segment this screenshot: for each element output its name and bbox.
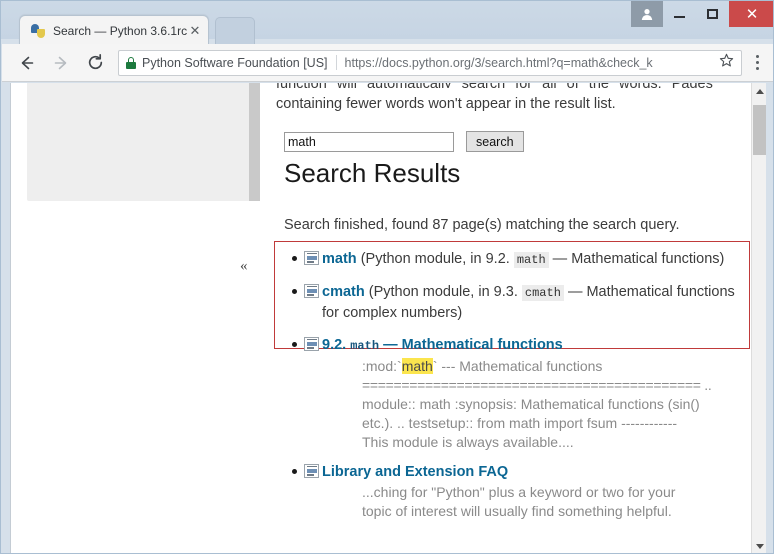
result-context: :mod:`math` --- Mathematical functions =…: [362, 358, 712, 450]
star-icon[interactable]: [719, 53, 735, 73]
three-dots-menu-icon[interactable]: [746, 48, 768, 78]
page-icon: [304, 251, 319, 265]
result-text: 9.2. math — Mathematical functions: [322, 337, 563, 353]
browser-window: Search — Python 3.6.1rc ✕ ✕ Python Softw…: [0, 0, 774, 554]
search-input[interactable]: [284, 131, 454, 152]
search-term-highlight: math: [401, 358, 433, 374]
url-text: https://docs.python.org/3/search.html?q=…: [344, 55, 653, 70]
title-bar: Search — Python 3.6.1rc ✕ ✕: [1, 1, 773, 45]
result-link[interactable]: math: [322, 251, 357, 267]
search-summary: Search finished, found 87 page(s) matchi…: [284, 217, 680, 233]
page-scrollbar[interactable]: [751, 83, 766, 553]
sidebar-scrollbar[interactable]: [249, 83, 260, 201]
address-bar[interactable]: Python Software Foundation [US] https://…: [118, 49, 742, 76]
result-text: Library and Extension FAQ: [322, 464, 508, 480]
ev-certificate-label: Python Software Foundation [US]: [142, 55, 328, 70]
result-text: cmath (Python module, in 9.3. cmath — Ma…: [322, 284, 735, 321]
page-icon: [304, 284, 319, 298]
search-form: search: [284, 131, 524, 152]
tab-close-icon[interactable]: ✕: [188, 24, 202, 38]
result-text: math (Python module, in 9.2. math — Math…: [322, 251, 725, 268]
list-item: math (Python module, in 9.2. math — Math…: [276, 249, 752, 270]
list-item: Library and Extension FAQ ...ching for "…: [276, 462, 752, 521]
profile-avatar-button[interactable]: [631, 1, 663, 27]
result-code: cmath: [521, 285, 564, 301]
intro-text: containing fewer words won't appear in t…: [276, 96, 616, 112]
scroll-up-arrow-icon[interactable]: [752, 83, 766, 99]
forward-arrow-icon: [54, 56, 67, 69]
person-icon: [641, 9, 653, 20]
scroll-thumb[interactable]: [753, 105, 766, 155]
result-context: ...ching for "Python" plus a keyword or …: [362, 484, 676, 519]
page-viewport: « function will automatically search for…: [10, 83, 766, 553]
forward-button[interactable]: [46, 48, 76, 78]
page-title: Search Results: [284, 158, 461, 188]
lock-icon: [126, 56, 136, 69]
list-item: cmath (Python module, in 9.3. cmath — Ma…: [276, 282, 752, 323]
reload-button[interactable]: [80, 48, 110, 78]
search-button[interactable]: search: [466, 131, 524, 152]
search-results-list: math (Python module, in 9.2. math — Math…: [276, 249, 752, 533]
sphinx-sidebar-panel: [27, 83, 260, 201]
result-code: math: [350, 339, 380, 353]
back-button[interactable]: [12, 48, 42, 78]
back-arrow-icon: [21, 56, 34, 69]
window-controls: ✕: [631, 1, 773, 27]
browser-tab[interactable]: Search — Python 3.6.1rc ✕: [19, 15, 209, 45]
result-code: math: [513, 252, 549, 268]
clipped-intro-text: function will automatically search for a…: [276, 83, 746, 88]
python-logo-icon: [30, 23, 46, 39]
new-tab-button[interactable]: [215, 17, 255, 45]
page-icon: [304, 337, 319, 351]
scroll-down-arrow-icon[interactable]: [752, 538, 766, 553]
page-icon: [304, 464, 319, 478]
browser-toolbar: Python Software Foundation [US] https://…: [2, 44, 773, 82]
list-item: 9.2. math — Mathematical functions :mod:…: [276, 335, 752, 452]
sidebar-toggle-button[interactable]: «: [240, 258, 248, 275]
reload-icon: [88, 54, 102, 70]
close-button[interactable]: ✕: [729, 1, 773, 27]
tab-title: Search — Python 3.6.1rc: [53, 23, 188, 38]
result-link[interactable]: cmath: [322, 284, 365, 300]
result-link[interactable]: Library and Extension FAQ: [322, 464, 508, 480]
result-link[interactable]: 9.2. math — Mathematical functions: [322, 337, 563, 353]
maximize-button[interactable]: [695, 1, 729, 27]
minimize-button[interactable]: [663, 1, 695, 27]
omnibox-divider: [335, 55, 337, 70]
